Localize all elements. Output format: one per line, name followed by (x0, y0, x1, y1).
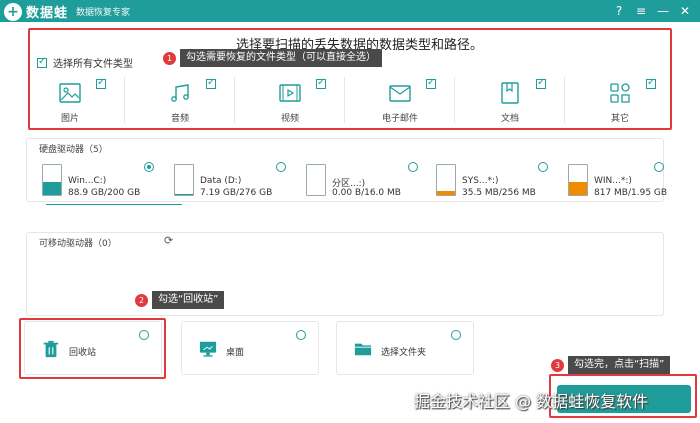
divider (124, 77, 125, 123)
drive-size: 817 MB/1.95 GB (594, 188, 668, 198)
removable-section-label: 可移动驱动器（0） (39, 239, 117, 249)
app-logo: + 数据蛙 数据恢复专家 (4, 2, 130, 21)
file-type-checkbox[interactable] (206, 77, 216, 89)
location-label: 桌面 (226, 348, 245, 358)
select-all-checkbox[interactable]: 选择所有文件类型 (37, 55, 133, 70)
drive-usage-fill (437, 190, 455, 195)
image-icon (59, 83, 81, 103)
file-type-checkbox[interactable] (316, 77, 326, 89)
drive-name: WIN...*:) (594, 176, 632, 186)
music-icon (171, 84, 189, 102)
folder-icon (354, 343, 372, 356)
drive-icon (174, 164, 194, 196)
drive-usage-fill (43, 181, 61, 195)
callout-step-3: 3 勾选完，点击“扫描” (551, 356, 671, 374)
watermark-text: 掘金技术社区 @ 数据蛙恢复软件 (414, 392, 649, 411)
callout-step-1: 1 勾选需要恢复的文件类型（可以直接全选） (163, 49, 382, 67)
file-type-label: 其它 (610, 114, 629, 124)
file-type-label: 音频 (170, 114, 189, 124)
drive-item-partition[interactable]: 分区...:) 0.00 B/16.0 MB (300, 160, 420, 204)
drive-item-d[interactable]: Data (D:) 7.19 GB/276 GB (168, 160, 288, 204)
drive-icon (436, 164, 456, 196)
refresh-icon[interactable]: ⟳ (164, 235, 176, 247)
file-type-label: 视频 (280, 114, 299, 124)
drive-radio[interactable] (144, 162, 154, 172)
drive-radio[interactable] (276, 162, 286, 172)
callout-step-2: 2 勾选“回收站” (135, 291, 225, 309)
location-select-folder[interactable]: 选择文件夹 (336, 321, 474, 375)
location-radio[interactable] (296, 330, 306, 340)
drive-item-win[interactable]: WIN...*:) 817 MB/1.95 GB (562, 160, 682, 204)
location-label: 选择文件夹 (381, 348, 427, 358)
document-icon (501, 82, 519, 104)
divider (454, 77, 455, 123)
drive-usage-fill (569, 182, 587, 195)
step-number: 1 (163, 51, 176, 65)
file-type-checkbox[interactable] (96, 77, 106, 89)
recycle-bin-highlight (19, 318, 166, 379)
drive-size: 35.5 MB/256 MB (462, 188, 536, 198)
step-number: 3 (551, 358, 564, 372)
drive-name: Win...C:) (68, 176, 107, 186)
other-icon (610, 83, 630, 103)
drive-radio[interactable] (408, 162, 418, 172)
select-all-label: 选择所有文件类型 (53, 59, 133, 70)
video-icon (279, 84, 301, 102)
file-type-email[interactable]: 电子邮件 (366, 75, 450, 125)
menu-icon[interactable]: ≡ (632, 2, 650, 20)
step-number: 2 (135, 293, 148, 307)
callout-text: 勾选“回收站” (152, 291, 225, 309)
location-radio[interactable] (451, 330, 461, 340)
drive-name: SYS...*:) (462, 176, 499, 186)
drive-size: 88.9 GB/200 GB (68, 188, 141, 198)
email-icon (389, 85, 411, 102)
minimize-icon[interactable]: — (654, 2, 672, 20)
desktop-icon (199, 341, 217, 357)
selected-underline (46, 204, 182, 205)
app-subtitle: 数据恢复专家 (76, 8, 131, 18)
drive-size: 0.00 B/16.0 MB (332, 188, 401, 198)
drive-item-c[interactable]: Win...C:) 88.9 GB/200 GB (36, 160, 182, 205)
drive-radio[interactable] (538, 162, 548, 172)
file-type-checkbox[interactable] (646, 77, 656, 89)
drive-icon (42, 164, 62, 196)
drive-icon (306, 164, 326, 196)
drive-name: Data (D:) (200, 176, 242, 186)
file-type-checkbox[interactable] (536, 77, 546, 89)
drive-size: 7.19 GB/276 GB (200, 188, 273, 198)
file-type-checkbox[interactable] (426, 77, 436, 89)
drive-radio[interactable] (654, 162, 664, 172)
close-icon[interactable]: ✕ (676, 2, 694, 20)
removable-drive-panel (26, 232, 664, 316)
divider (234, 77, 235, 123)
file-type-other[interactable]: 其它 (586, 75, 670, 125)
drive-item-sys[interactable]: SYS...*:) 35.5 MB/256 MB (430, 160, 550, 204)
logo-icon: + (4, 2, 22, 21)
file-type-label: 图片 (60, 114, 79, 124)
location-desktop[interactable]: 桌面 (181, 321, 319, 375)
file-type-list: 图片 音频 视频 电子邮件 (36, 75, 666, 125)
file-type-image[interactable]: 图片 (36, 75, 120, 125)
title-bar: + 数据蛙 数据恢复专家 ? ≡ — ✕ (0, 0, 700, 22)
callout-text: 勾选需要恢复的文件类型（可以直接全选） (180, 49, 382, 67)
drive-usage-fill (175, 194, 193, 195)
divider (564, 77, 565, 123)
file-type-video[interactable]: 视频 (256, 75, 340, 125)
app-name: 数据蛙 (26, 6, 69, 21)
help-icon[interactable]: ? (610, 2, 628, 20)
checkbox-icon[interactable] (37, 56, 47, 68)
callout-text: 勾选完，点击“扫描” (568, 356, 671, 374)
hard-drive-section-label: 硬盘驱动器（5） (39, 145, 108, 155)
file-type-label: 文档 (500, 114, 519, 124)
file-type-audio[interactable]: 音频 (146, 75, 230, 125)
file-type-document[interactable]: 文档 (476, 75, 560, 125)
file-type-label: 电子邮件 (381, 114, 418, 124)
drive-icon (568, 164, 588, 196)
divider (344, 77, 345, 123)
